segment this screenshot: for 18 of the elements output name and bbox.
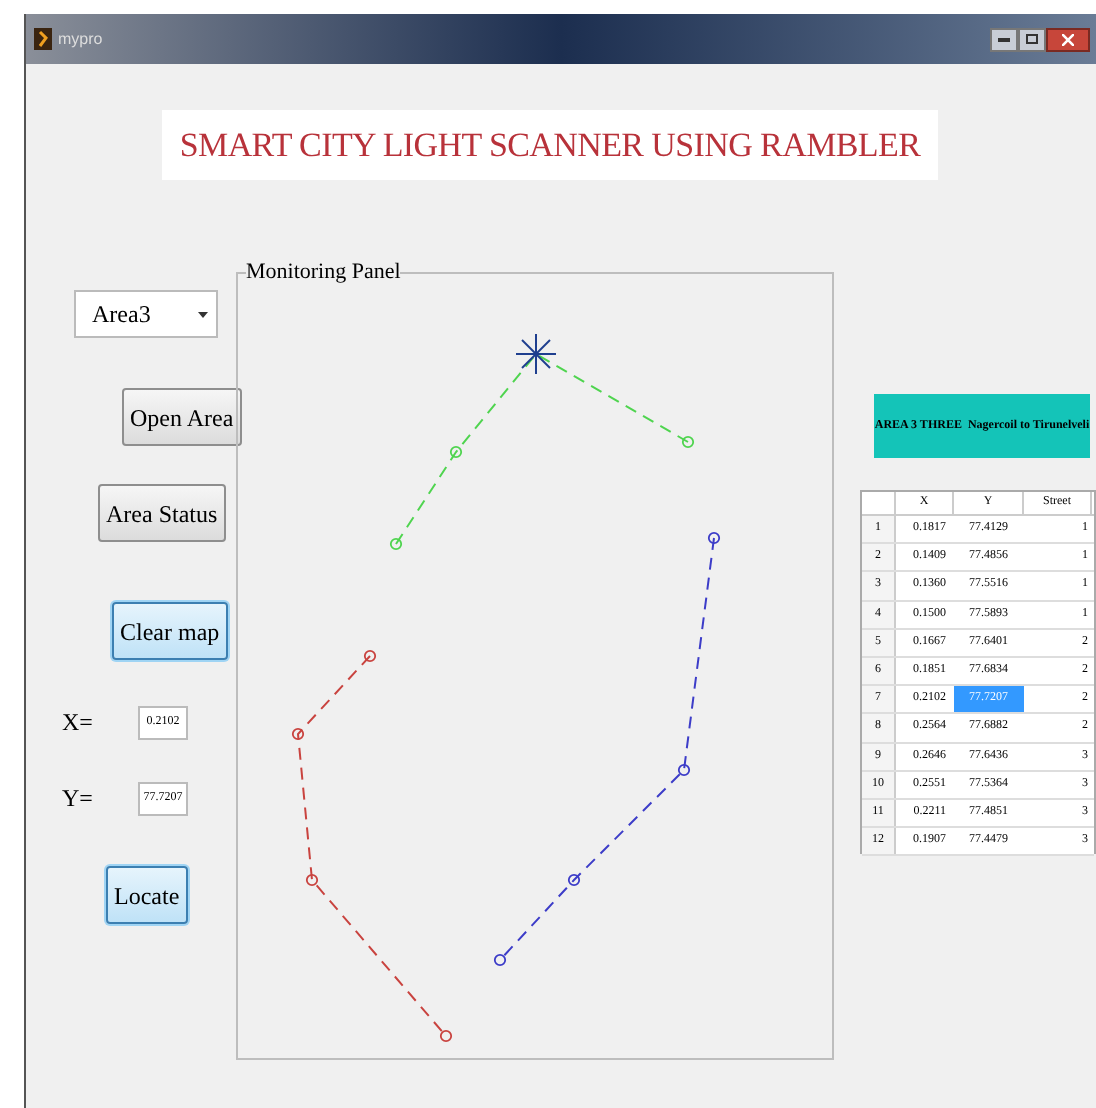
field-label: Y=: [62, 782, 95, 816]
close-icon: [1062, 33, 1074, 45]
area-dropdown[interactable]: Area3: [74, 290, 218, 338]
app-icon: [34, 28, 52, 50]
maximize-icon: [1026, 34, 1038, 44]
dropdown-arrow-icon: [198, 309, 208, 319]
close-button[interactable]: [1046, 27, 1090, 51]
field-label: X=: [62, 706, 95, 740]
action-button[interactable]: Clear map: [112, 602, 228, 660]
panel-title: Monitoring Panel: [246, 260, 401, 284]
window-title: mypro: [58, 27, 103, 51]
action-button[interactable]: Open Area: [122, 388, 242, 446]
minimize-button[interactable]: [990, 27, 1018, 51]
action-button[interactable]: Locate: [106, 866, 188, 924]
minimize-icon: [998, 36, 1010, 42]
action-button[interactable]: Area Status: [98, 484, 226, 542]
title-banner: SMART CITY LIGHT SCANNER USING RAMBLER: [162, 110, 938, 180]
maximize-button[interactable]: [1018, 27, 1046, 51]
